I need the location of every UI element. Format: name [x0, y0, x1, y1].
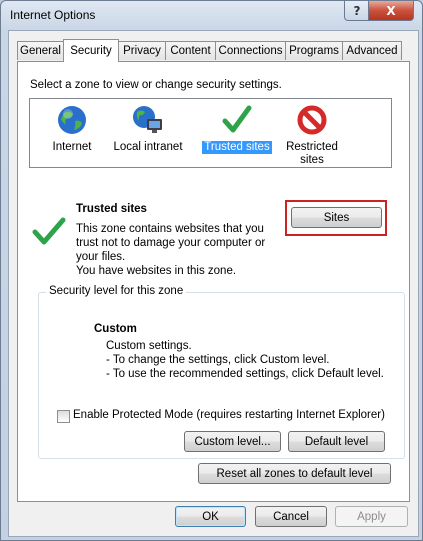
- tab-label: Advanced: [346, 45, 398, 57]
- tab-content[interactable]: Content: [165, 41, 216, 60]
- checkmark-icon: [222, 105, 252, 133]
- zone-label: Trusted sites: [202, 141, 272, 154]
- help-button[interactable]: ?: [344, 1, 370, 21]
- security-tab-panel: Select a zone to view or change security…: [17, 61, 410, 502]
- tab-label: Programs: [289, 45, 339, 57]
- globe-icon: [58, 106, 86, 134]
- zone-internet[interactable]: Internet: [42, 104, 102, 154]
- zone-local-intranet[interactable]: Local intranet: [108, 104, 188, 154]
- zone-description-line: your files.: [76, 251, 126, 263]
- security-level-name: Custom: [94, 323, 137, 335]
- restricted-icon: [297, 105, 327, 135]
- tab-programs[interactable]: Programs: [285, 41, 343, 60]
- tab-connections[interactable]: Connections: [215, 41, 286, 60]
- security-level-description: Custom settings. - To change the setting…: [106, 339, 384, 381]
- default-level-button[interactable]: Default level: [288, 431, 385, 452]
- zone-description-line: trust not to damage your computer or: [76, 237, 266, 249]
- tab-label: Security: [70, 45, 112, 57]
- reset-all-zones-button[interactable]: Reset all zones to default level: [198, 463, 391, 484]
- custom-level-button[interactable]: Custom level...: [184, 431, 281, 452]
- dialog-client-area: General Security Privacy Content Connect…: [8, 30, 419, 537]
- close-icon: X: [386, 3, 396, 18]
- zone-restricted-sites[interactable]: Restricted sites: [282, 104, 342, 167]
- trusted-sites-checkmark-icon: [32, 217, 66, 245]
- zone-prompt: Select a zone to view or change security…: [30, 79, 282, 91]
- zone-title: Trusted sites: [76, 203, 147, 215]
- security-level-group-label: Security level for this zone: [46, 285, 187, 297]
- zone-list[interactable]: Internet Local intranet Trusted sites Re…: [29, 98, 392, 168]
- tab-security[interactable]: Security: [63, 39, 119, 62]
- zone-trusted-sites[interactable]: Trusted sites: [202, 104, 272, 154]
- internet-options-window: Internet Options ? X General Security Pr…: [0, 0, 423, 541]
- tab-label: Privacy: [123, 45, 161, 57]
- zone-label: Internet: [52, 141, 92, 153]
- zone-label: Local intranet: [113, 141, 183, 153]
- zone-description: This zone contains websites that you tru…: [76, 222, 265, 278]
- zone-description-line: This zone contains websites that you: [76, 223, 264, 235]
- tab-general[interactable]: General: [17, 41, 64, 60]
- tab-label: Connections: [218, 45, 283, 57]
- zone-description-line: You have websites in this zone.: [76, 265, 237, 277]
- apply-button[interactable]: Apply: [335, 506, 408, 527]
- tab-label: General: [20, 45, 61, 57]
- security-level-line: - To use the recommended settings, click…: [106, 368, 384, 380]
- help-icon: ?: [353, 3, 361, 18]
- sites-button[interactable]: Sites: [291, 207, 382, 228]
- intranet-icon: [133, 106, 162, 133]
- zone-label-line1: Restricted: [286, 141, 338, 153]
- window-title: Internet Options: [10, 8, 96, 22]
- security-level-line: - To change the settings, click Custom l…: [106, 354, 330, 366]
- tab-privacy[interactable]: Privacy: [118, 41, 166, 60]
- protected-mode-label: Enable Protected Mode (requires restarti…: [73, 409, 385, 421]
- security-level-line: Custom settings.: [106, 340, 192, 352]
- protected-mode-checkbox[interactable]: [57, 410, 70, 423]
- tab-label: Content: [170, 45, 211, 57]
- close-button[interactable]: X: [368, 1, 414, 21]
- ok-button[interactable]: OK: [175, 506, 246, 527]
- zone-label-line2: sites: [300, 154, 324, 166]
- tab-advanced[interactable]: Advanced: [342, 41, 402, 60]
- cancel-button[interactable]: Cancel: [255, 506, 327, 527]
